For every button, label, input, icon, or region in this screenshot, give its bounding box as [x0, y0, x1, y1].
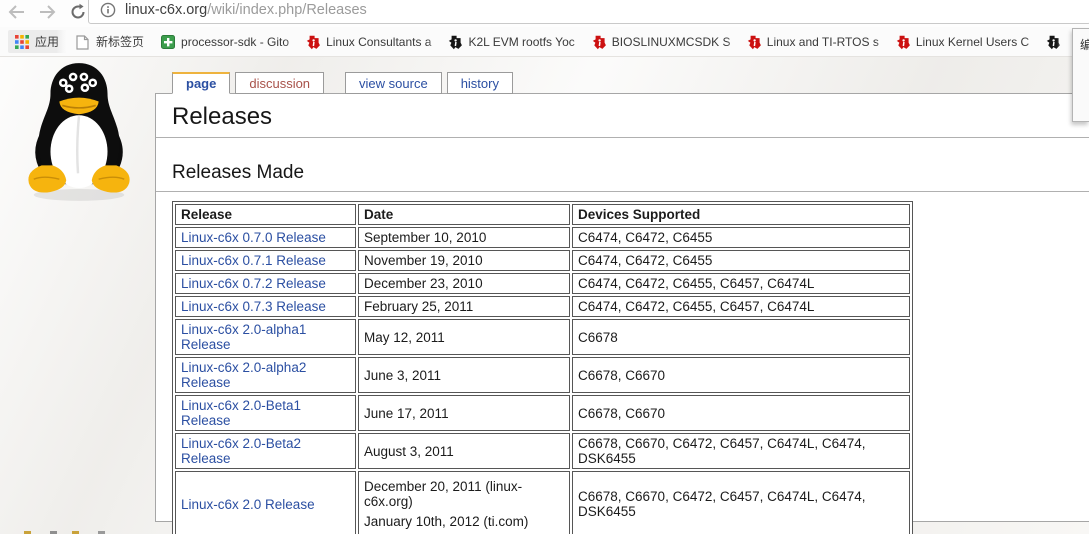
- release-cell: Linux-c6x 0.7.0 Release: [175, 227, 356, 248]
- bookmark-item[interactable]: Linux Kernel Users C: [889, 32, 1036, 52]
- table-row: Linux-c6x 2.0-alpha1 Release May 12, 2011…: [175, 319, 910, 355]
- page-title: Releases: [156, 94, 1089, 138]
- wiki-tabs: pagediscussion view sourcehistory: [172, 72, 518, 94]
- release-cell: Linux-c6x 2.0-alpha1 Release: [175, 319, 356, 355]
- date-cell: September 10, 2010: [358, 227, 570, 248]
- devices-cell: C6678, C6670, C6472, C6457, C6474L, C647…: [572, 471, 910, 534]
- devices-cell: C6678: [572, 319, 910, 355]
- date-cell: June 17, 2011: [358, 395, 570, 431]
- bookmark-label: processor-sdk - Gito: [181, 35, 289, 49]
- bookmark-item[interactable]: BIOSLINUXMCSDK S: [585, 32, 737, 52]
- new-tab-page-icon: [76, 35, 90, 49]
- release-cell: Linux-c6x 0.7.1 Release: [175, 250, 356, 271]
- back-icon[interactable]: [6, 2, 26, 22]
- release-link[interactable]: Linux-c6x 2.0-alpha2 Release: [181, 360, 306, 390]
- bookmark-label: 新标签页: [96, 33, 144, 50]
- date-line: December 20, 2011 (linux-c6x.org): [364, 479, 564, 509]
- bookmark-label: Linux Kernel Users C: [916, 35, 1029, 49]
- ti-black-icon: [1046, 35, 1060, 49]
- release-cell: Linux-c6x 2.0-Beta2 Release: [175, 433, 356, 469]
- table-row: Linux-c6x 0.7.3 Release February 25, 2011…: [175, 296, 910, 317]
- clipped-corner-panel: 编: [1072, 28, 1089, 122]
- bookmark-item[interactable]: Linux Consultants a: [299, 32, 438, 52]
- table-row: Linux-c6x 2.0-alpha2 Release June 3, 2011…: [175, 357, 910, 393]
- tab-history[interactable]: history: [447, 72, 513, 94]
- url-text: linux-c6x.org/wiki/index.php/Releases: [125, 2, 367, 18]
- ti-red-icon: [747, 35, 761, 49]
- releases-table: ReleaseDateDevices Supported Linux-c6x 0…: [172, 201, 913, 534]
- bookmark-item[interactable]: K2L EVM rootfs Yoc: [441, 32, 581, 52]
- page-info-icon[interactable]: [100, 2, 116, 18]
- table-row: Linux-c6x 2.0-Beta1 Release June 17, 2011…: [175, 395, 910, 431]
- release-link[interactable]: Linux-c6x 2.0 Release: [181, 497, 315, 512]
- ti-black-icon: [448, 35, 462, 49]
- release-cell: Linux-c6x 2.0-Beta1 Release: [175, 395, 356, 431]
- table-row: Linux-c6x 0.7.1 Release November 19, 2010…: [175, 250, 910, 271]
- release-cell: Linux-c6x 0.7.2 Release: [175, 273, 356, 294]
- devices-cell: C6474, C6472, C6455, C6457, C6474L: [572, 273, 910, 294]
- table-header-row: ReleaseDateDevices Supported: [175, 204, 910, 225]
- date-cell: December 20, 2011 (linux-c6x.org) January…: [358, 471, 570, 534]
- section-heading: Releases Made: [156, 138, 1089, 192]
- devices-cell: C6474, C6472, C6455: [572, 250, 910, 271]
- bookmark-item[interactable]: processor-sdk - Gito: [154, 32, 296, 52]
- wiki-page: pagediscussion view sourcehistory Release…: [0, 57, 1089, 534]
- apps-shortcut[interactable]: 应用: [8, 30, 66, 53]
- browser-toolbar: linux-c6x.org/wiki/index.php/Releases: [0, 0, 1089, 27]
- date-cell: August 3, 2011: [358, 433, 570, 469]
- devices-cell: C6678, C6670: [572, 395, 910, 431]
- column-header: Date: [358, 204, 570, 225]
- tab-page[interactable]: page: [172, 72, 230, 94]
- wiki-content: Releases Releases Made ReleaseDateDevice…: [155, 93, 1089, 522]
- release-link[interactable]: Linux-c6x 0.7.3 Release: [181, 299, 326, 314]
- bookmark-label: Linux and TI-RTOS s: [767, 35, 879, 49]
- bookmark-label: BIOSLINUXMCSDK S: [612, 35, 731, 49]
- bookmarks-bar: 应用 新标签页 processor-sdk - Gito Linux Consult…: [0, 27, 1089, 57]
- devices-cell: C6678, C6670: [572, 357, 910, 393]
- tab-view-source[interactable]: view source: [345, 72, 442, 94]
- forward-icon[interactable]: [37, 2, 57, 22]
- address-bar[interactable]: linux-c6x.org/wiki/index.php/Releases: [88, 0, 1089, 24]
- devices-cell: C6474, C6472, C6455: [572, 227, 910, 248]
- date-cell: December 23, 2010: [358, 273, 570, 294]
- reload-icon[interactable]: [68, 2, 88, 22]
- green-plus-icon: [161, 35, 175, 49]
- table-row: Linux-c6x 2.0-Beta2 Release August 3, 201…: [175, 433, 910, 469]
- release-link[interactable]: Linux-c6x 2.0-Beta1 Release: [181, 398, 301, 428]
- date-line: January 10th, 2012 (ti.com): [364, 514, 564, 529]
- tab-discussion[interactable]: discussion: [235, 72, 324, 94]
- bookmark-item[interactable]: [1039, 32, 1067, 52]
- ti-red-icon: [306, 35, 320, 49]
- devices-cell: C6678, C6670, C6472, C6457, C6474L, C647…: [572, 433, 910, 469]
- ti-red-icon: [592, 35, 606, 49]
- column-header: Devices Supported: [572, 204, 910, 225]
- date-cell: February 25, 2011: [358, 296, 570, 317]
- date-cell: November 19, 2010: [358, 250, 570, 271]
- apps-shortcut-label: 应用: [35, 33, 59, 50]
- table-row: Linux-c6x 2.0 Release December 20, 2011 (…: [175, 471, 910, 534]
- release-link[interactable]: Linux-c6x 2.0-alpha1 Release: [181, 322, 306, 352]
- linux-c6x-tux-logo[interactable]: [20, 57, 138, 210]
- ti-red-icon: [896, 35, 910, 49]
- bookmark-label: Linux Consultants a: [326, 35, 431, 49]
- release-link[interactable]: Linux-c6x 0.7.1 Release: [181, 253, 326, 268]
- release-cell: Linux-c6x 2.0-alpha2 Release: [175, 357, 356, 393]
- date-cell: June 3, 2011: [358, 357, 570, 393]
- bookmark-item[interactable]: Linux and TI-RTOS s: [740, 32, 886, 52]
- release-cell: Linux-c6x 0.7.3 Release: [175, 296, 356, 317]
- table-row: Linux-c6x 0.7.2 Release December 23, 2010…: [175, 273, 910, 294]
- date-cell: May 12, 2011: [358, 319, 570, 355]
- column-header: Release: [175, 204, 356, 225]
- bookmark-label: K2L EVM rootfs Yoc: [468, 35, 574, 49]
- release-link[interactable]: Linux-c6x 0.7.2 Release: [181, 276, 326, 291]
- release-cell: Linux-c6x 2.0 Release: [175, 471, 356, 534]
- clipped-panel-text: 编: [1080, 38, 1089, 52]
- release-link[interactable]: Linux-c6x 0.7.0 Release: [181, 230, 326, 245]
- release-link[interactable]: Linux-c6x 2.0-Beta2 Release: [181, 436, 301, 466]
- apps-grid-icon: [15, 35, 29, 49]
- devices-cell: C6474, C6472, C6455, C6457, C6474L: [572, 296, 910, 317]
- bookmark-item[interactable]: 新标签页: [69, 30, 151, 53]
- table-row: Linux-c6x 0.7.0 Release September 10, 201…: [175, 227, 910, 248]
